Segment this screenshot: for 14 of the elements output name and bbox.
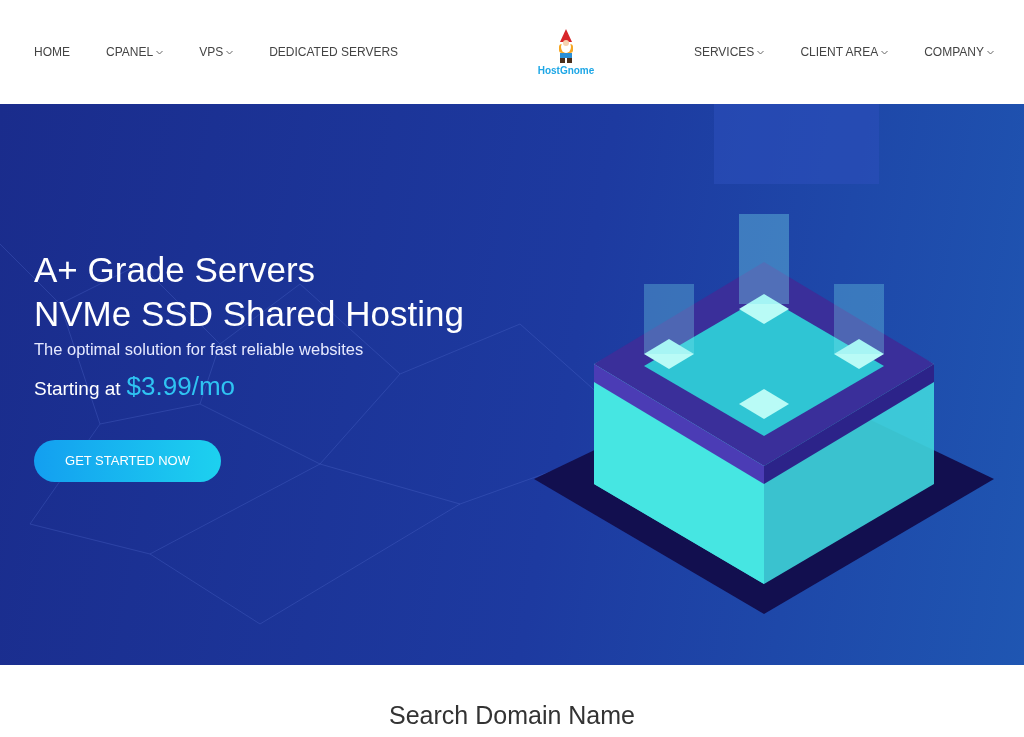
nav-link[interactable]: COMPANY xyxy=(924,45,994,59)
nav-link[interactable]: SERVICES xyxy=(693,45,765,59)
price-value: $3.99/mo xyxy=(126,370,235,402)
price-label: Starting at xyxy=(34,377,121,400)
nav-link[interactable]: HOME xyxy=(34,45,70,59)
hero-title: NVMe SSD Shared Hosting xyxy=(34,292,464,335)
hero-title: A+ Grade Servers xyxy=(34,248,317,291)
nav-link[interactable]: VPS xyxy=(199,45,234,59)
section-title: Search Domain Name xyxy=(389,701,635,730)
hero-subtitle: The optimal solution for fast reliable websites xyxy=(34,339,365,359)
logo-text: HostGnome xyxy=(537,64,595,76)
nav-link[interactable]: CLIENT AREA xyxy=(800,45,889,59)
nav-link[interactable]: CPANEL xyxy=(106,45,164,59)
nav-link[interactable]: DEDICATED SERVERS xyxy=(269,45,399,59)
